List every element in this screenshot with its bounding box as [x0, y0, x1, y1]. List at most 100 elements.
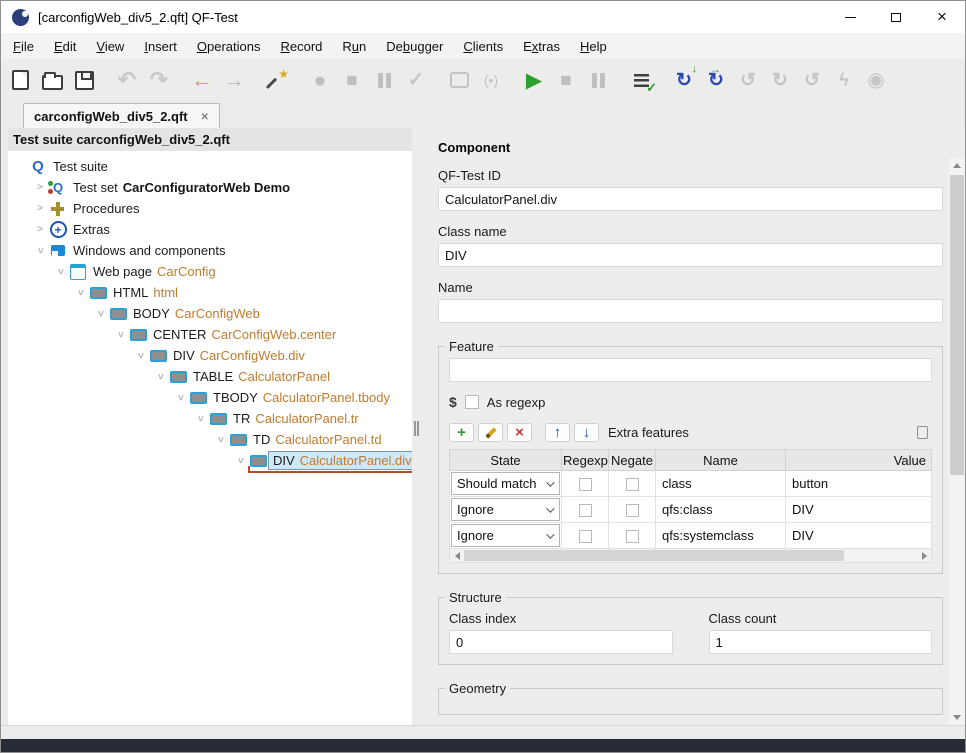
feature-name-cell[interactable]: qfs:class — [656, 497, 786, 523]
expander-icon[interactable]: > — [32, 224, 48, 235]
redo-icon[interactable]: ↷ — [146, 67, 172, 93]
minimize-button[interactable] — [827, 1, 873, 33]
scroll-up-icon[interactable] — [949, 158, 965, 173]
menu-file[interactable]: File — [5, 35, 42, 58]
vertical-scrollbar[interactable] — [949, 158, 965, 725]
tree-item-test-suite[interactable]: >Test suite — [8, 156, 412, 177]
expander-icon[interactable]: > — [32, 182, 48, 193]
tree-item-td-calculatorpanel-td[interactable]: >TDCalculatorPanel.td — [8, 429, 412, 450]
delete-feature-button[interactable]: × — [507, 423, 532, 442]
record-check-icon[interactable]: ✓ — [403, 67, 429, 93]
forward-icon[interactable]: → — [221, 67, 247, 93]
menu-debugger[interactable]: Debugger — [378, 35, 451, 58]
vertical-scroll-thumb[interactable] — [950, 175, 964, 475]
step-out-icon[interactable]: ↺ — [735, 67, 761, 93]
run-log-icon[interactable] — [628, 67, 654, 93]
maximize-button[interactable] — [873, 1, 919, 33]
pause-icon[interactable] — [585, 67, 611, 93]
window-record-icon[interactable] — [446, 67, 472, 93]
open-file-icon[interactable] — [39, 67, 65, 93]
quick-run-icon[interactable]: ϟ — [831, 67, 857, 93]
menu-insert[interactable]: Insert — [136, 35, 185, 58]
tree-item-div-carconfigweb-div[interactable]: >DIVCarConfigWeb.div — [8, 345, 412, 366]
regexp-checkbox[interactable] — [579, 504, 592, 517]
menu-clients[interactable]: Clients — [455, 35, 511, 58]
feature-value-cell[interactable]: button — [786, 471, 932, 497]
expander-icon[interactable]: > — [195, 411, 206, 427]
title-bar[interactable]: [carconfigWeb_div5_2.qft] QF-Test × — [1, 1, 965, 33]
menu-help[interactable]: Help — [572, 35, 615, 58]
regexp-checkbox[interactable] — [579, 530, 592, 543]
tree-item-procedures[interactable]: >Procedures — [8, 198, 412, 219]
tree-item-windows-and-components[interactable]: >Windows and components — [8, 240, 412, 261]
tree-item-extras[interactable]: >Extras — [8, 219, 412, 240]
new-file-icon[interactable] — [7, 67, 33, 93]
menu-view[interactable]: View — [88, 35, 132, 58]
tree-item-tbody-calculatorpanel-tbody[interactable]: >TBODYCalculatorPanel.tbody — [8, 387, 412, 408]
as-regexp-checkbox[interactable] — [465, 395, 479, 409]
scroll-down-icon[interactable] — [949, 710, 965, 725]
negate-checkbox[interactable] — [626, 504, 639, 517]
expander-icon[interactable]: > — [95, 306, 106, 322]
edit-feature-button[interactable] — [478, 423, 503, 442]
run-icon[interactable]: ▶ — [521, 67, 547, 93]
tree-item-tr-calculatorpanel-tr[interactable]: >TRCalculatorPanel.tr — [8, 408, 412, 429]
tab-close-icon[interactable]: × — [201, 109, 209, 123]
regexp-checkbox[interactable] — [579, 478, 592, 491]
back-icon[interactable]: ← — [189, 67, 215, 93]
add-feature-button[interactable]: + — [449, 423, 474, 442]
qf-test-id-input[interactable] — [438, 187, 943, 211]
state-dropdown[interactable]: Should match — [451, 472, 560, 495]
feature-value-cell[interactable]: DIV — [786, 497, 932, 523]
menu-record[interactable]: Record — [272, 35, 330, 58]
tab-carconfigweb-div5-2[interactable]: carconfigWeb_div5_2.qft × — [23, 103, 220, 128]
record-stop-icon[interactable]: ■ — [339, 67, 365, 93]
move-up-button[interactable]: ↑ — [545, 423, 570, 442]
tree-item-web-page-carconfig[interactable]: >Web pageCarConfig — [8, 261, 412, 282]
expander-icon[interactable]: > — [35, 243, 46, 259]
negate-checkbox[interactable] — [626, 530, 639, 543]
stop-icon[interactable]: ■ — [553, 67, 579, 93]
class-name-input[interactable] — [438, 243, 943, 267]
copy-icon[interactable] — [917, 426, 928, 439]
class-count-input[interactable] — [709, 630, 933, 654]
close-button[interactable]: × — [919, 1, 965, 33]
state-dropdown[interactable]: Ignore — [451, 498, 560, 521]
menu-operations[interactable]: Operations — [189, 35, 269, 58]
expander-icon[interactable]: > — [155, 369, 166, 385]
record-icon[interactable]: ● — [307, 67, 333, 93]
tree-item-table-calculatorpanel[interactable]: >TABLECalculatorPanel — [8, 366, 412, 387]
undo-icon[interactable]: ↶ — [114, 67, 140, 93]
tree-item-div-calculatorpanel-div[interactable]: >DIVCalculatorPanel.div — [8, 450, 412, 471]
state-dropdown[interactable]: Ignore — [451, 524, 560, 547]
expander-icon[interactable]: > — [55, 264, 66, 280]
save-icon[interactable] — [71, 67, 97, 93]
horizontal-scrollbar[interactable] — [449, 548, 932, 563]
expander-icon[interactable]: > — [235, 453, 246, 469]
expander-icon[interactable]: > — [115, 327, 126, 343]
record-pause-icon[interactable] — [371, 67, 397, 93]
target-icon[interactable]: ◉ — [863, 67, 889, 93]
move-down-button[interactable]: ↓ — [574, 423, 599, 442]
scroll-left-icon[interactable] — [450, 549, 464, 562]
negate-checkbox[interactable] — [626, 478, 639, 491]
loop-icon[interactable]: ↻ — [767, 67, 793, 93]
panel-splitter[interactable] — [412, 128, 421, 725]
component-record-icon[interactable]: (•) — [478, 67, 504, 93]
feature-value-cell[interactable]: DIV — [786, 523, 932, 549]
expander-icon[interactable]: > — [75, 285, 86, 301]
expander-icon[interactable]: > — [32, 203, 48, 214]
name-input[interactable] — [438, 299, 943, 323]
menu-edit[interactable]: Edit — [46, 35, 84, 58]
tree-item-test-set-carconfiguratorweb-demo[interactable]: >Test setCarConfiguratorWeb Demo — [8, 177, 412, 198]
class-index-input[interactable] — [449, 630, 673, 654]
tree-item-center-carconfigweb-center[interactable]: >CENTERCarConfigWeb.center — [8, 324, 412, 345]
menu-extras[interactable]: Extras — [515, 35, 568, 58]
expander-icon[interactable]: > — [215, 432, 226, 448]
feature-name-cell[interactable]: class — [656, 471, 786, 497]
step-into-icon[interactable]: ↻ — [671, 67, 697, 93]
scroll-right-icon[interactable] — [917, 549, 931, 562]
horizontal-scroll-thumb[interactable] — [464, 550, 844, 561]
menu-run[interactable]: Run — [334, 35, 374, 58]
record-wand-icon[interactable] — [264, 67, 290, 93]
